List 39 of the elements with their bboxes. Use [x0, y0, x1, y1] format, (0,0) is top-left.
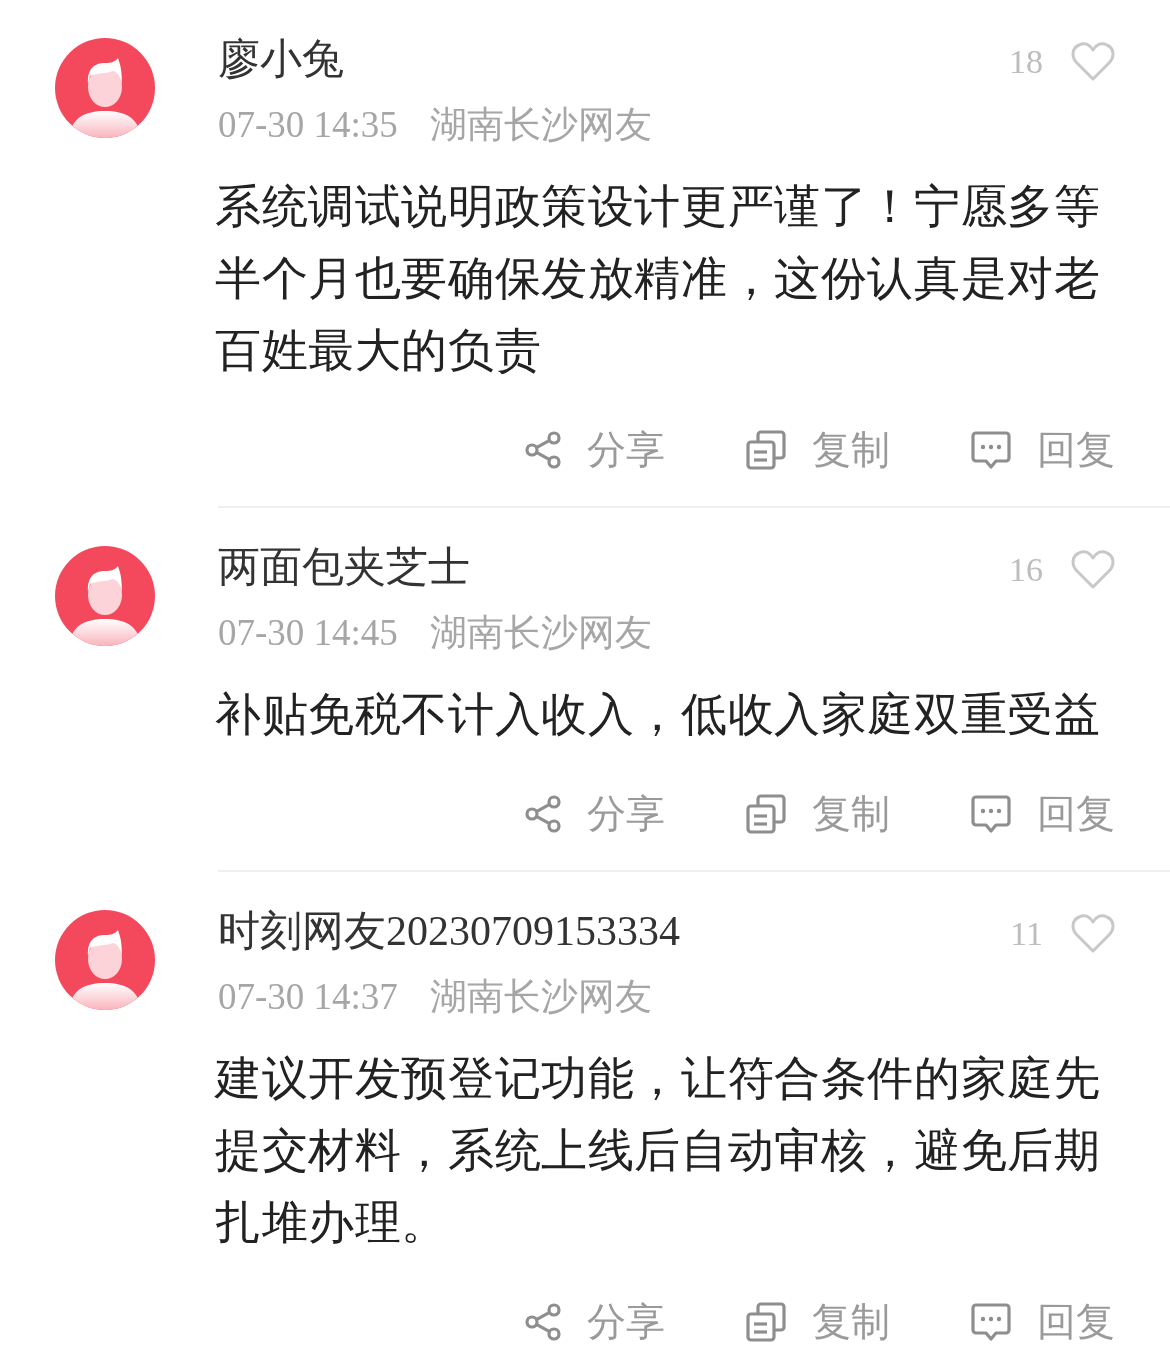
comment-time: 07-30 14:35 [218, 103, 398, 147]
comment-time: 07-30 14:37 [218, 975, 398, 1019]
copy-button[interactable]: 复制 [746, 1300, 890, 1344]
speech-bubble-icon [971, 794, 1011, 834]
location-label: 湖南长沙网友 [429, 975, 652, 1019]
username: 时刻网友20230709153334 [218, 907, 680, 955]
copy-icon [746, 430, 786, 470]
speech-bubble-icon [971, 430, 1011, 470]
reply-button[interactable]: 回复 [971, 1300, 1115, 1344]
location-label: 湖南长沙网友 [429, 103, 652, 147]
like-count: 18 [1009, 42, 1043, 82]
comment-time: 07-30 14:45 [218, 611, 398, 655]
share-icon [525, 795, 561, 833]
like-count: 16 [1009, 550, 1043, 590]
copy-icon [746, 1302, 786, 1342]
like-count: 11 [1010, 914, 1043, 954]
comment-text: 建议开发预登记功能，让符合条件的家庭先提交材料，系统上线后自动审核，避免后期扎堆办理。 [215, 1051, 1102, 1250]
avatar-icon [55, 38, 155, 138]
copy-icon [746, 794, 786, 834]
comment-text: 补贴免税不计入收入，低收入家庭双重受益 [215, 687, 1102, 742]
speech-bubble-icon [971, 1302, 1011, 1342]
heart-icon[interactable] [1071, 550, 1115, 590]
copy-button[interactable]: 复制 [746, 792, 890, 836]
share-button[interactable]: 分享 [525, 428, 665, 472]
share-button[interactable]: 分享 [525, 1300, 665, 1344]
reply-button[interactable]: 回复 [971, 428, 1115, 472]
username: 廖小兔 [218, 35, 344, 83]
avatar-icon [55, 910, 155, 1010]
share-icon [525, 1303, 561, 1341]
comment-text: 系统调试说明政策设计更严谨了！宁愿多等半个月也要确保发放精准，这份认真是对老百姓最大的负责 [215, 179, 1102, 378]
heart-icon[interactable] [1071, 914, 1115, 954]
heart-icon[interactable] [1071, 42, 1115, 82]
username: 两面包夹芝士 [218, 543, 470, 591]
location-label: 湖南长沙网友 [429, 611, 652, 655]
avatar-icon [55, 546, 155, 646]
copy-button[interactable]: 复制 [746, 428, 890, 472]
reply-button[interactable]: 回复 [971, 792, 1115, 836]
share-button[interactable]: 分享 [525, 792, 665, 836]
share-icon [525, 431, 561, 469]
